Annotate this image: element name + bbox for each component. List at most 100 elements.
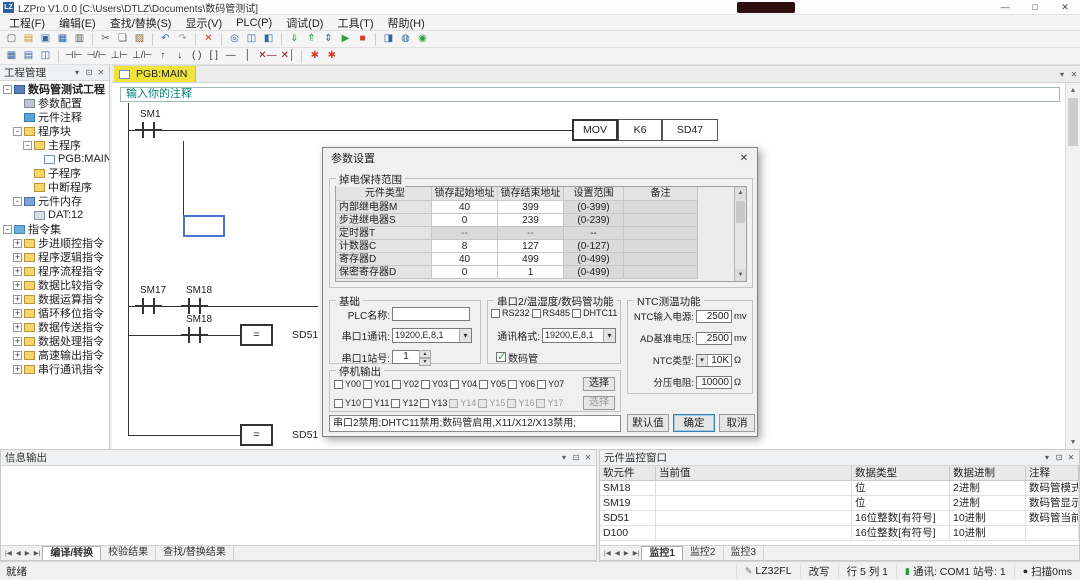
tree-item[interactable]: + 数据处理指令 [0, 334, 109, 348]
monitor-row[interactable]: SM18 位 2进制 数码管模式状态 [600, 481, 1079, 496]
serial2-option-checkbox[interactable]: RS232 [491, 308, 530, 318]
y-output-checkbox[interactable]: Y14 [449, 398, 476, 408]
monitor-tab[interactable]: 监控1 [641, 546, 683, 560]
tree-expander-icon[interactable]: - [3, 225, 12, 234]
tab-nav-button[interactable]: ▶ [622, 549, 631, 557]
find-button[interactable]: ◎ [226, 32, 243, 47]
verify-button[interactable]: ⇕ [320, 32, 337, 47]
app-instruction-button[interactable]: [ ] [205, 49, 222, 64]
latch-start-cell[interactable]: 40 [432, 201, 498, 214]
contact-sm17[interactable]: SM17 [142, 298, 155, 314]
monitor-row[interactable]: D100 16位整数[有符号] 10进制 [600, 526, 1079, 541]
comm-settings-button[interactable]: ◍ [397, 32, 414, 47]
rising-edge-button[interactable]: ↑ [154, 49, 171, 64]
tree-expander-icon[interactable]: + [13, 351, 22, 360]
save-all-button[interactable]: ▦ [54, 32, 71, 47]
scroll-up-icon[interactable]: ▲ [1066, 83, 1080, 97]
contact-sm18-2[interactable]: SM18 [188, 327, 201, 343]
y-output-checkbox[interactable]: Y16 [507, 398, 534, 408]
close-icon[interactable]: ✕ [1068, 70, 1080, 79]
tree-expander-icon[interactable]: + [13, 337, 22, 346]
delete-v-line-button[interactable]: ✕│ [279, 49, 298, 64]
convert-all-button[interactable]: ✱ [323, 49, 340, 64]
monitor-row[interactable]: SM19 位 2进制 数码管显示数据类型 [600, 496, 1079, 511]
delete-h-line-button[interactable]: ✕— [256, 49, 278, 64]
close-icon[interactable]: ✕ [1065, 453, 1077, 462]
scroll-down-icon[interactable]: ▼ [735, 269, 746, 281]
latch-start-cell[interactable]: 40 [432, 253, 498, 266]
parallel-open-contact-button[interactable]: ⊥⊢ [109, 49, 130, 64]
tree-item[interactable]: + 数据比较指令 [0, 278, 109, 292]
tree-expander-icon[interactable]: - [13, 197, 22, 206]
menu-item[interactable]: PLC(P) [229, 17, 279, 29]
list-view-button[interactable]: ▤ [20, 49, 37, 64]
ladder-view-button[interactable]: ▦ [3, 49, 20, 64]
horizontal-line-button[interactable]: — [222, 49, 239, 64]
ntc-field-input[interactable]: 2500 [696, 332, 732, 345]
y-output-checkbox[interactable]: Y04 [450, 379, 477, 389]
y-output-checkbox[interactable]: Y07 [537, 379, 564, 389]
contact-sm1[interactable]: SM1 [142, 122, 155, 138]
tree-item[interactable]: + 串行通讯指令 [0, 362, 109, 376]
cut-button[interactable]: ✂ [97, 32, 114, 47]
instruction-mov[interactable]: MOV [572, 119, 618, 141]
tree-item[interactable]: + 程序流程指令 [0, 264, 109, 278]
select-row2-button[interactable]: 选择 [583, 396, 615, 410]
tab-nav-button[interactable]: |◀ [602, 549, 613, 557]
menu-item[interactable]: 查找/替换(S) [103, 15, 179, 31]
ntc-field-input[interactable]: 10K [696, 354, 732, 367]
close-icon[interactable]: ✕ [582, 453, 594, 462]
latch-start-cell[interactable]: 0 [432, 214, 498, 227]
latch-start-cell[interactable]: -- [432, 227, 498, 240]
dialog-close-icon[interactable]: ✕ [735, 151, 753, 166]
compare-block[interactable]: = [240, 424, 273, 446]
tree-item[interactable]: 元件注释 [0, 110, 109, 124]
tree-item[interactable]: - 数码管测试工程 [0, 82, 109, 96]
tab-nav-button[interactable]: |◀ [3, 549, 14, 557]
tree-item[interactable]: - 主程序 [0, 138, 109, 152]
monitor-stop-button[interactable]: ■ [354, 32, 371, 47]
convert-button[interactable]: ✱ [306, 49, 323, 64]
select-row1-button[interactable]: 选择 [583, 377, 615, 391]
tree-item[interactable]: DAT:12 [0, 208, 109, 222]
serial2-option-checkbox[interactable]: RS485 [532, 308, 571, 318]
redo-button[interactable]: ↷ [174, 32, 191, 47]
y-output-checkbox[interactable]: Y05 [479, 379, 506, 389]
table-scrollbar[interactable]: ▲ ▼ [734, 187, 746, 281]
minimize-button[interactable]: — [990, 0, 1020, 14]
compare-operand[interactable]: SD51 [292, 429, 318, 441]
cancel-button[interactable]: 取消 [719, 414, 755, 432]
scroll-up-icon[interactable]: ▲ [735, 187, 746, 199]
tree-expander-icon[interactable]: + [13, 295, 22, 304]
rung-comment[interactable]: 输入你的注释 [120, 87, 1060, 102]
download-plc-button[interactable]: ⇓ [286, 32, 303, 47]
new-button[interactable]: ▢ [3, 32, 20, 47]
copy-button[interactable]: ❏ [114, 32, 131, 47]
y-output-checkbox[interactable]: Y01 [363, 379, 390, 389]
open-contact-button[interactable]: ⊣⊢ [63, 49, 84, 64]
tree-item[interactable]: - 程序块 [0, 124, 109, 138]
close-button[interactable]: ✕ [1050, 0, 1080, 14]
tree-item[interactable]: 子程序 [0, 166, 109, 180]
tree-expander-icon[interactable]: + [13, 365, 22, 374]
coil-button[interactable]: ( ) [188, 49, 205, 64]
menu-item[interactable]: 工程(F) [2, 15, 52, 31]
operand-sd47[interactable]: SD47 [662, 119, 718, 141]
tree-expander-icon[interactable]: - [3, 85, 12, 94]
y-output-checkbox[interactable]: Y06 [508, 379, 535, 389]
y-output-checkbox[interactable]: Y00 [334, 379, 361, 389]
info-tab[interactable]: 校验结果 [101, 546, 156, 560]
menu-item[interactable]: 工具(T) [330, 15, 380, 31]
output-window-button[interactable]: ◧ [260, 32, 277, 47]
undo-button[interactable]: ↶ [157, 32, 174, 47]
upload-plc-button[interactable]: ⇑ [303, 32, 320, 47]
y-output-checkbox[interactable]: Y13 [420, 398, 447, 408]
y-output-checkbox[interactable]: Y15 [478, 398, 505, 408]
contact-sm18[interactable]: SM18 [188, 298, 201, 314]
tab-nav-button[interactable]: ◀ [613, 549, 622, 557]
monitor-column-header[interactable]: 软元件 [600, 466, 656, 480]
monitor-tab[interactable]: 监控3 [724, 546, 765, 560]
paste-button[interactable]: ▨ [131, 32, 148, 47]
y-output-checkbox[interactable]: Y10 [334, 398, 361, 408]
ntc-field-input[interactable]: 2500 [696, 310, 732, 323]
